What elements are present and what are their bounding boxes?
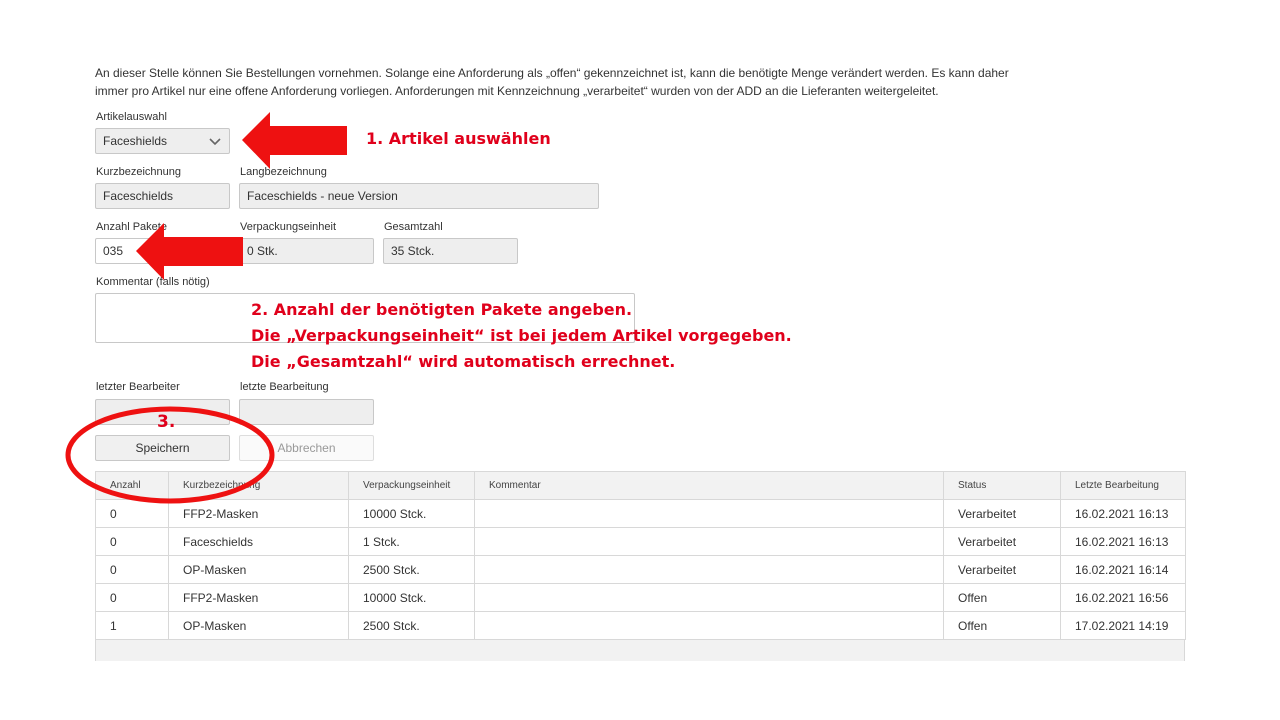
letzte-bearbeitung-label: letzte Bearbeitung (240, 381, 329, 393)
col-header-kommentar[interactable]: Kommentar (474, 471, 944, 500)
table-row[interactable]: 0 Faceschields 1 Stck. Verarbeitet 16.02… (95, 527, 1186, 556)
table-row[interactable]: 1 OP-Masken 2500 Stck. Offen 17.02.2021 … (95, 611, 1186, 640)
cell-status: Verarbeitet (943, 555, 1061, 584)
chevron-down-icon (209, 138, 221, 146)
kommentar-label: Kommentar (falls nötig) (96, 276, 210, 288)
artikelauswahl-label: Artikelauswahl (96, 111, 167, 123)
cell-verpackungseinheit: 10000 Stck. (348, 499, 475, 528)
anzahl-pakete-label: Anzahl Pakete (96, 221, 167, 233)
cell-kurzbezeichnung: OP-Masken (168, 555, 349, 584)
save-button[interactable]: Speichern (95, 435, 230, 461)
cell-status: Offen (943, 583, 1061, 612)
cell-verpackungseinheit: 2500 Stck. (348, 555, 475, 584)
artikel-select-value: Faceshields (103, 134, 168, 148)
annotation-step-3: 3. (157, 412, 176, 432)
col-header-anzahl[interactable]: Anzahl (95, 471, 169, 500)
letzte-bearbeitung-field[interactable] (239, 399, 374, 425)
cell-letzte-bearbeitung: 16.02.2021 16:13 (1060, 499, 1186, 528)
gesamtzahl-field[interactable]: 35 Stck. (383, 238, 518, 264)
col-header-letzte-bearbeitung[interactable]: Letzte Bearbeitung (1060, 471, 1186, 500)
cell-letzte-bearbeitung: 16.02.2021 16:13 (1060, 527, 1186, 556)
cell-kurzbezeichnung: FFP2-Masken (168, 583, 349, 612)
cell-anzahl: 0 (95, 527, 169, 556)
arrow-left-icon (242, 112, 347, 169)
cell-status: Offen (943, 611, 1061, 640)
table-header-row: Anzahl Kurzbezeichnung Verpackungseinhei… (95, 471, 1186, 500)
cell-anzahl: 0 (95, 583, 169, 612)
verpackungseinheit-label: Verpackungseinheit (240, 221, 337, 233)
col-header-verpackungseinheit[interactable]: Verpackungseinheit (348, 471, 475, 500)
cell-kommentar (474, 583, 944, 612)
cell-anzahl: 0 (95, 555, 169, 584)
table-row[interactable]: 0 OP-Masken 2500 Stck. Verarbeitet 16.02… (95, 555, 1186, 584)
letzter-bearbeiter-label: letzter Bearbeiter (96, 381, 180, 393)
annotation-step-2-line-1: 2. Anzahl der benötigten Pakete angeben. (251, 300, 633, 319)
anzahl-pakete-input[interactable]: 035 (95, 238, 230, 264)
langbezeichnung-field[interactable]: Faceschields - neue Version (239, 183, 599, 209)
verpackungseinheit-field[interactable]: 0 Stk. (239, 238, 374, 264)
cell-verpackungseinheit: 2500 Stck. (348, 611, 475, 640)
cell-anzahl: 0 (95, 499, 169, 528)
annotation-step-2: 2. Anzahl der benötigten Pakete angeben.… (251, 297, 792, 375)
intro-line-2: immer pro Artikel nur eine offene Anford… (95, 84, 939, 98)
table-row[interactable]: 0 FFP2-Masken 10000 Stck. Offen 16.02.20… (95, 583, 1186, 612)
cell-anzahl: 1 (95, 611, 169, 640)
cell-status: Verarbeitet (943, 527, 1061, 556)
cell-verpackungseinheit: 1 Stck. (348, 527, 475, 556)
kurzbezeichnung-field[interactable]: Faceschields (95, 183, 230, 209)
col-header-status[interactable]: Status (943, 471, 1061, 500)
annotation-step-1: 1. Artikel auswählen (366, 129, 551, 148)
gesamtzahl-label: Gesamtzahl (384, 221, 443, 233)
cell-letzte-bearbeitung: 17.02.2021 14:19 (1060, 611, 1186, 640)
cell-kommentar (474, 499, 944, 528)
orders-table: Anzahl Kurzbezeichnung Verpackungseinhei… (95, 471, 1186, 640)
cancel-button[interactable]: Abbrechen (239, 435, 374, 461)
cell-letzte-bearbeitung: 16.02.2021 16:14 (1060, 555, 1186, 584)
cell-kommentar (474, 555, 944, 584)
artikel-select[interactable]: Faceshields (95, 128, 230, 154)
cell-kurzbezeichnung: Faceschields (168, 527, 349, 556)
cell-status: Verarbeitet (943, 499, 1061, 528)
cell-kommentar (474, 527, 944, 556)
table-footer (95, 640, 1185, 661)
cell-kommentar (474, 611, 944, 640)
table-row[interactable]: 0 FFP2-Masken 10000 Stck. Verarbeitet 16… (95, 499, 1186, 528)
cell-kurzbezeichnung: OP-Masken (168, 611, 349, 640)
cell-kurzbezeichnung: FFP2-Masken (168, 499, 349, 528)
annotation-step-2-line-3: Die „Gesamtzahl“ wird automatisch errech… (251, 352, 676, 371)
kurzbezeichnung-label: Kurzbezeichnung (96, 166, 182, 178)
langbezeichnung-label: Langbezeichnung (240, 166, 327, 178)
annotation-step-2-line-2: Die „Verpackungseinheit“ ist bei jedem A… (251, 326, 792, 345)
col-header-kurzbezeichnung[interactable]: Kurzbezeichnung (168, 471, 349, 500)
intro-text: An dieser Stelle können Sie Bestellungen… (95, 64, 1015, 100)
cell-verpackungseinheit: 10000 Stck. (348, 583, 475, 612)
intro-line-1: An dieser Stelle können Sie Bestellungen… (95, 66, 1009, 80)
cell-letzte-bearbeitung: 16.02.2021 16:56 (1060, 583, 1186, 612)
